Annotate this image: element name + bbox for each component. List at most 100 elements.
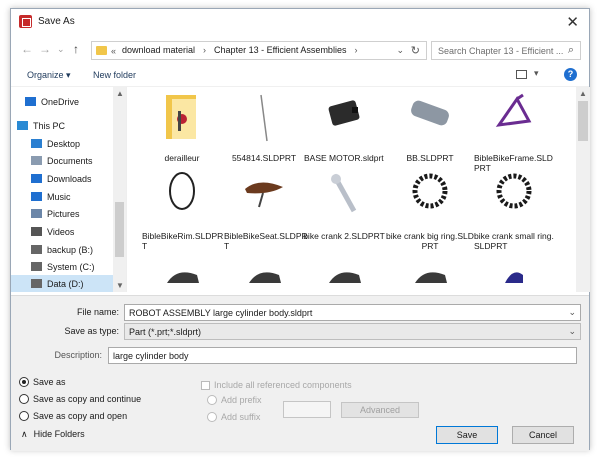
file-item[interactable]: 554814.SLDPRT: [220, 91, 308, 163]
search-input[interactable]: Search Chapter 13 - Efficient ...: [438, 46, 563, 56]
chevron-down-icon[interactable]: ⌄: [568, 326, 576, 337]
file-name-label: BibleBikeSeat.SLDPRT: [224, 231, 308, 251]
radio-selected-icon: [19, 377, 29, 387]
sidebar-item-music[interactable]: Music: [31, 188, 71, 205]
address-bar[interactable]: « download material › Chapter 13 - Effic…: [91, 41, 427, 60]
sidebar-item-onedrive[interactable]: OneDrive: [25, 93, 79, 110]
save-type-select[interactable]: Part (*.prt;*.sldprt) ⌄: [124, 323, 581, 340]
sidebar-item-data-d[interactable]: Data (D:): [11, 275, 113, 292]
file-item[interactable]: BibleBikeRim.SLDPRT: [138, 169, 226, 251]
scroll-up-arrow[interactable]: ▲: [579, 89, 587, 98]
breadcrumb-item[interactable]: Chapter 13 - Efficient Assemblies: [214, 45, 346, 55]
chevron-down-icon[interactable]: ⌄: [568, 307, 576, 318]
search-box[interactable]: Search Chapter 13 - Efficient ... ⌕: [431, 41, 581, 60]
sidebar-item-documents[interactable]: Documents: [31, 152, 93, 169]
forward-button[interactable]: →: [39, 42, 51, 56]
file-item[interactable]: BibleBikeSeat.SLDPRT: [220, 169, 308, 251]
address-dropdown[interactable]: ⌄: [396, 45, 404, 56]
prefix-suffix-input[interactable]: [283, 401, 331, 418]
refresh-icon[interactable]: ↻: [411, 44, 420, 57]
sidebar-item-system-c[interactable]: System (C:): [31, 258, 95, 275]
file-item[interactable]: [386, 263, 474, 292]
add-suffix-radio[interactable]: Add suffix: [207, 412, 260, 422]
view-dropdown[interactable]: ▾: [534, 68, 539, 79]
folder-item[interactable]: derailleur: [138, 91, 226, 163]
partial-dark-thumbnail-icon: [386, 263, 474, 292]
include-references-label: Include all referenced components: [214, 380, 352, 390]
file-item[interactable]: BB.SLDPRT: [386, 91, 474, 163]
hide-folders-button[interactable]: ∧ Hide Folders: [21, 429, 85, 440]
file-item[interactable]: BibleBikeFrame.SLDPRT: [470, 91, 558, 173]
file-name-label: BASE MOTOR.sldprt: [304, 153, 384, 163]
scroll-thumb[interactable]: [578, 101, 588, 141]
chevron-up-icon: ∧: [21, 429, 28, 439]
cancel-button[interactable]: Cancel: [512, 426, 574, 444]
chevron-right-icon[interactable]: ›: [354, 45, 357, 55]
desktop-icon: [31, 139, 42, 148]
file-item[interactable]: [300, 263, 388, 292]
rod-thumbnail-icon: [220, 91, 308, 153]
path-overflow[interactable]: «: [111, 46, 116, 56]
save-as-dialog: Save As ✕ ← → ⌄ ↑ « download material › …: [10, 8, 590, 451]
close-button[interactable]: ✕: [566, 13, 579, 31]
help-icon[interactable]: ?: [564, 68, 577, 81]
description-field[interactable]: large cylinder body: [108, 347, 577, 364]
sidebar-item-label: Documents: [47, 155, 93, 166]
save-copy-open-radio[interactable]: Save as copy and open: [19, 411, 127, 421]
save-form: File name: ROBOT ASSEMBLY large cylinder…: [11, 295, 589, 451]
recent-locations-button[interactable]: ⌄: [57, 44, 65, 55]
up-button[interactable]: ↑: [73, 42, 79, 56]
description-value: large cylinder body: [113, 351, 189, 361]
file-item[interactable]: [138, 263, 226, 292]
solidworks-app-icon: [19, 15, 32, 28]
advanced-button[interactable]: Advanced: [341, 402, 419, 418]
rim-thumbnail-icon: [138, 169, 226, 231]
sidebar-scrollbar[interactable]: ▲ ▼: [113, 87, 126, 292]
drive-icon: [31, 245, 42, 254]
sidebar-item-downloads[interactable]: Downloads: [31, 170, 92, 187]
file-name-label: BB.SLDPRT: [406, 153, 454, 163]
file-list-scrollbar[interactable]: ▲: [576, 87, 590, 292]
include-references-checkbox[interactable]: Include all referenced components: [201, 380, 352, 390]
back-button[interactable]: ←: [21, 42, 33, 56]
navigation-pane: ▲ ▼ OneDrive This PC Desktop Documents Downl…: [11, 87, 127, 292]
videos-icon: [31, 227, 42, 236]
hide-folders-label: Hide Folders: [33, 429, 85, 439]
sidebar-item-label: System (C:): [47, 261, 95, 272]
file-item[interactable]: [220, 263, 308, 292]
cloud-icon: [25, 97, 36, 106]
command-bar: Organize ▾ New folder ▾ ?: [11, 65, 589, 87]
scroll-up-arrow[interactable]: ▲: [116, 89, 124, 98]
sidebar-item-this-pc[interactable]: This PC: [17, 117, 65, 134]
chevron-right-icon[interactable]: ›: [203, 45, 206, 55]
sidebar-item-desktop[interactable]: Desktop: [31, 135, 80, 152]
music-icon: [31, 192, 42, 201]
sidebar-item-backup-b[interactable]: backup (B:): [31, 241, 93, 258]
change-view-icon[interactable]: [516, 70, 527, 79]
file-name-field[interactable]: ROBOT ASSEMBLY large cylinder body.sldpr…: [124, 304, 581, 321]
motor-thumbnail-icon: [300, 91, 388, 153]
file-item[interactable]: BASE MOTOR.sldprt: [300, 91, 388, 163]
scroll-down-arrow[interactable]: ▼: [116, 281, 124, 290]
sidebar-item-pictures[interactable]: Pictures: [31, 205, 80, 222]
file-item[interactable]: [470, 263, 558, 292]
file-list: derailleur 554814.SLDPRT BASE MOTOR.sldprt…: [128, 87, 576, 292]
add-prefix-radio[interactable]: Add prefix: [207, 395, 262, 405]
file-item[interactable]: bike crank big ring.SLDPRT: [386, 169, 474, 251]
sidebar-item-label: Music: [47, 191, 71, 202]
new-folder-button[interactable]: New folder: [93, 70, 136, 80]
sidebar-item-label: backup (B:): [47, 244, 94, 255]
save-as-radio[interactable]: Save as: [19, 377, 66, 387]
breadcrumb-item[interactable]: download material: [122, 45, 195, 55]
organize-button[interactable]: Organize ▾: [27, 70, 71, 81]
save-button[interactable]: Save: [436, 426, 498, 444]
save-copy-continue-radio[interactable]: Save as copy and continue: [19, 394, 141, 404]
sidebar-item-videos[interactable]: Videos: [31, 223, 74, 240]
file-item[interactable]: bike crank small ring.SLDPRT: [470, 169, 558, 251]
radio-icon: [19, 411, 29, 421]
window-title: Save As: [38, 16, 75, 27]
scroll-thumb[interactable]: [115, 202, 124, 257]
folder-icon: [96, 46, 107, 55]
file-item[interactable]: bike crank 2.SLDPRT: [300, 169, 388, 241]
seat-thumbnail-icon: [220, 169, 308, 231]
